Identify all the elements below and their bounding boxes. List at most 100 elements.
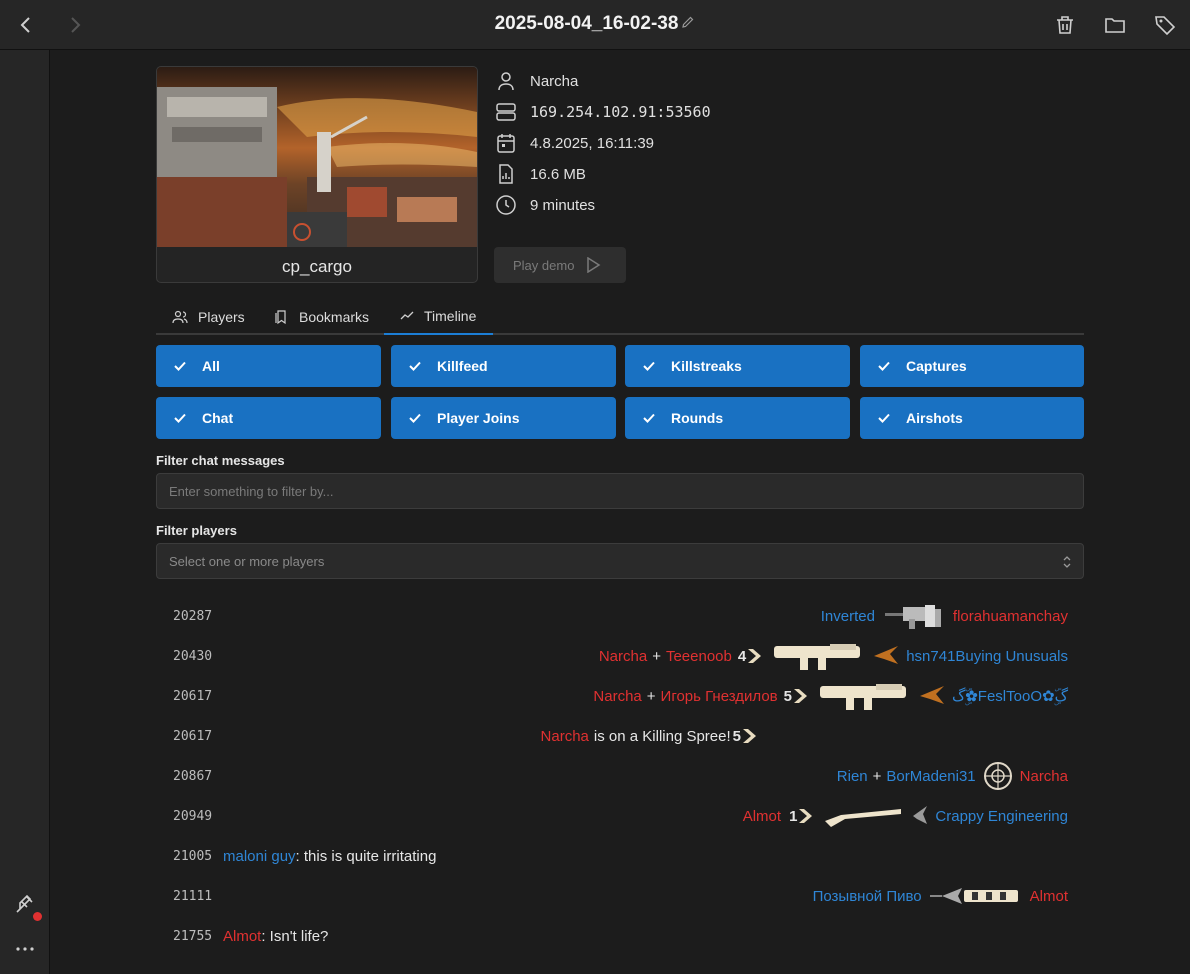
folder-icon[interactable] xyxy=(1103,13,1127,37)
filter-killstreaks-button[interactable]: Killstreaks xyxy=(625,345,850,387)
victim-name[interactable]: Almot xyxy=(1030,888,1068,905)
check-icon xyxy=(643,361,655,371)
victim-name[interactable]: گ✿ۣۜFeslTooO✿ۣۜگ xyxy=(952,687,1068,705)
timeline-icon xyxy=(400,311,414,319)
killer-name[interactable]: Narcha xyxy=(593,688,641,705)
play-demo-button[interactable]: Play demo xyxy=(494,247,626,283)
check-icon xyxy=(174,413,186,423)
tag-icon[interactable] xyxy=(1153,13,1177,37)
kill-event: Inverted florahuamanchay xyxy=(821,601,1068,631)
check-icon xyxy=(643,413,655,423)
assister-name[interactable]: Teeenoob xyxy=(666,648,732,665)
user-icon xyxy=(498,72,514,91)
tick: 20617 xyxy=(173,688,213,704)
killstreak-number: 5 xyxy=(732,727,741,745)
clock-icon xyxy=(496,195,516,215)
chat-filter-input[interactable] xyxy=(156,473,1084,509)
killstreak-arrow-icon xyxy=(748,649,762,663)
killstreak-number: 4 xyxy=(737,647,747,665)
demo-title[interactable]: 2025-08-04_16-02-38 xyxy=(0,13,1190,35)
date-info: 4.8.2025, 16:11:39 xyxy=(494,130,654,156)
victim-name[interactable]: Narcha xyxy=(1020,768,1068,785)
killstreak-arrow-icon xyxy=(793,689,807,703)
tab-bookmarks[interactable]: Bookmarks xyxy=(273,298,369,335)
assister-name[interactable]: BorMadeni31 xyxy=(886,768,975,785)
kill-event: Narcha + Игорь Гнездилов 5 گ✿ۣۜFeslTooO✿… xyxy=(593,680,1068,712)
tab-bar: Players Bookmarks Timeline xyxy=(156,298,1084,335)
player-name: Narcha xyxy=(530,72,579,90)
filter-player-joins-button[interactable]: Player Joins xyxy=(391,397,616,439)
file-icon xyxy=(499,164,513,184)
filter-captures-button[interactable]: Captures xyxy=(860,345,1084,387)
sidebar xyxy=(0,50,50,974)
filter-killstreaks-label: Killstreaks xyxy=(671,358,742,374)
victim-name[interactable]: hsn741Buying Unusuals xyxy=(906,648,1068,665)
timeline-row: 20867 Rien + BorMadeni31 Narcha xyxy=(156,756,1084,796)
timeline-row: 21005 maloni guy : this is quite irritat… xyxy=(156,836,1084,876)
demo-date: 4.8.2025, 16:11:39 xyxy=(530,134,654,152)
filter-player-joins-label: Player Joins xyxy=(437,410,520,426)
map-name: cp_cargo xyxy=(282,257,352,276)
check-icon xyxy=(409,413,421,423)
more-icon[interactable] xyxy=(13,937,37,961)
victim-name[interactable]: florahuamanchay xyxy=(953,608,1068,625)
timeline-row: 20430 Narcha + Teeenoob 4 hsn741Buying U… xyxy=(156,636,1084,676)
killer-name[interactable]: Almot xyxy=(743,808,781,825)
tick: 20287 xyxy=(173,608,213,624)
player-filter-select[interactable]: Select one or more players xyxy=(156,543,1084,579)
filter-chat-label: Chat xyxy=(202,410,234,426)
trash-icon[interactable] xyxy=(1053,13,1077,37)
bookmark-icon xyxy=(275,309,286,324)
smg-weapon-icon xyxy=(884,605,941,629)
player-name[interactable]: Narcha xyxy=(541,728,589,745)
title-bar: 2025-08-04_16-02-38 xyxy=(0,0,1190,50)
filter-killfeed-button[interactable]: Killfeed xyxy=(391,345,616,387)
timeline-row: 20287 Inverted florahuamanchay xyxy=(156,596,1084,636)
tab-players[interactable]: Players xyxy=(172,298,245,335)
killer-name[interactable]: Позывной Пиво xyxy=(813,888,922,905)
killer-name[interactable]: Narcha xyxy=(599,648,647,665)
tick: 20949 xyxy=(173,808,213,824)
killstreak-count: 4 xyxy=(738,647,764,665)
victim-name[interactable]: Crappy Engineering xyxy=(935,808,1068,825)
timeline-row: 20617 Narcha + Игорь Гнездилов 5 گ✿ۣۜFes… xyxy=(156,676,1084,716)
tick: 21111 xyxy=(173,888,213,904)
chat-filter-label: Filter chat messages xyxy=(156,453,285,468)
killstreak-count: 5 xyxy=(733,727,759,745)
player-info: Narcha xyxy=(494,68,578,94)
kill-event: Narcha + Teeenoob 4 hsn741Buying Unusual… xyxy=(599,640,1068,672)
check-icon xyxy=(878,413,890,423)
chat-message: : Isn't life? xyxy=(261,927,329,945)
killstreak-count: 1 xyxy=(789,807,815,825)
chat-player-name[interactable]: maloni guy xyxy=(223,848,296,865)
headshot-crosshair-icon xyxy=(983,762,1012,790)
timeline-row: 20949 Almot 1 Crappy Engineering xyxy=(156,796,1084,836)
timeline-row: 20617 Narcha is on a Killing Spree! 5 xyxy=(156,716,1084,756)
tab-players-label: Players xyxy=(198,308,245,325)
killer-name[interactable]: Rien xyxy=(837,768,868,785)
assister-name[interactable]: Игорь Гнездилов xyxy=(661,688,778,705)
edit-pencil-icon[interactable] xyxy=(681,13,695,35)
tick: 20867 xyxy=(173,768,213,784)
rocket-launcher-weapon-icon xyxy=(774,644,861,670)
filter-all-button[interactable]: All xyxy=(156,345,381,387)
timeline-row: 21755 Almot : Isn't life? xyxy=(156,916,1084,956)
killstreak-number: 5 xyxy=(783,687,792,705)
chat-player-name[interactable]: Almot xyxy=(223,928,261,945)
killer-name[interactable]: Inverted xyxy=(821,608,875,625)
sentry-rocket-weapon-icon xyxy=(929,888,1018,904)
killstreak-arrow-icon xyxy=(799,809,813,823)
tab-timeline-label: Timeline xyxy=(424,307,477,324)
crit-burst-icon xyxy=(913,806,928,824)
killstreak-number: 1 xyxy=(789,807,798,825)
size-info: 16.6 MB xyxy=(494,161,586,187)
kill-event: Almot 1 Crappy Engineering xyxy=(743,801,1068,831)
filter-killfeed-label: Killfeed xyxy=(437,358,488,374)
filter-airshots-button[interactable]: Airshots xyxy=(860,397,1084,439)
filter-rounds-button[interactable]: Rounds xyxy=(625,397,850,439)
filter-all-label: All xyxy=(202,358,220,374)
tab-timeline[interactable]: Timeline xyxy=(384,298,493,335)
filter-chat-button[interactable]: Chat xyxy=(156,397,381,439)
killstreak-count: 5 xyxy=(784,687,810,705)
killstreak-event: Narcha is on a Killing Spree! 5 xyxy=(541,727,759,745)
